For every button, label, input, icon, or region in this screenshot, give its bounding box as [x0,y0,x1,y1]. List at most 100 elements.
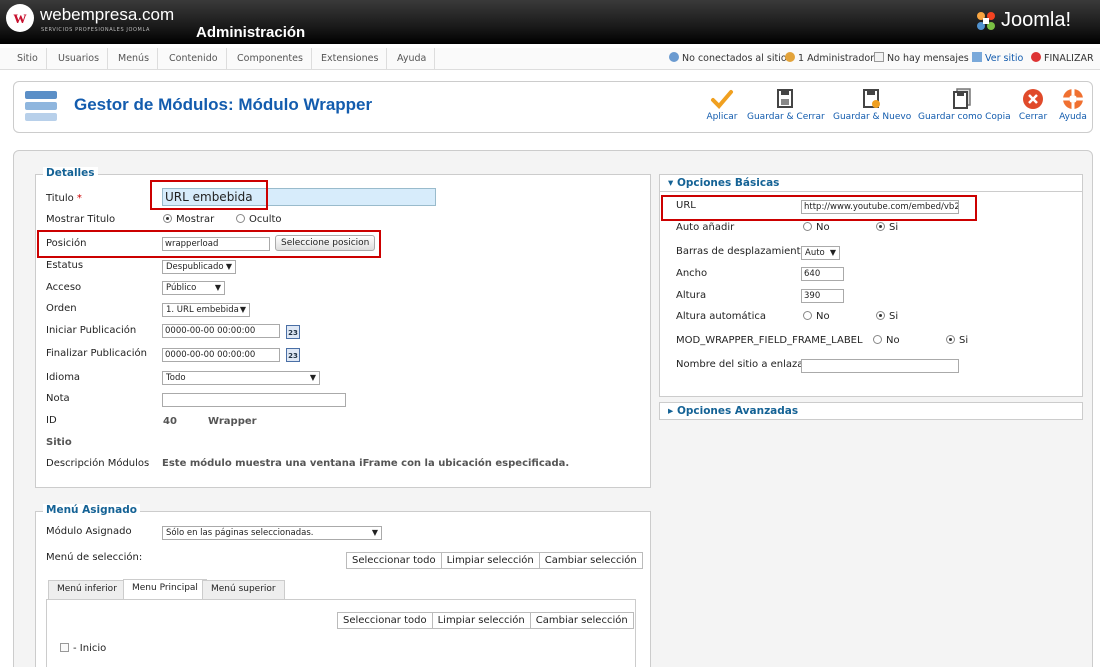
scrollbars-label: Barras de desplazamiento [676,246,807,257]
advanced-options-title: Opciones Avanzadas [676,405,799,417]
end-publish-label: Finalizar Publicación [46,348,147,359]
access-select-value: Público [166,283,197,293]
status-select[interactable]: Despublicado ▼ [162,260,236,274]
title-label: Titulo * [46,193,82,204]
apply-button[interactable]: Aplicar [704,88,740,128]
menu-sitio[interactable]: Sitio [9,48,47,70]
frame-no-radio[interactable]: No [873,335,900,346]
title-highlight-box [150,180,268,210]
expand-arrow-icon: ▸ [668,405,677,417]
status-messages-label: No hay mensajes [887,53,969,64]
save-icon [777,89,793,108]
select-position-button[interactable]: Seleccione posicion [275,235,376,251]
checkbox-icon[interactable] [60,643,69,652]
position-input[interactable]: wrapperload [162,237,270,251]
admin-title: Administración [196,24,306,41]
radio-dot [236,214,245,223]
radio-dot [876,222,885,231]
logout-link[interactable]: FINALIZAR [1031,48,1094,70]
module-assigned-label: Módulo Asignado [46,526,132,537]
status-not-connected: No conectados al sitio [669,48,787,70]
note-label: Nota [46,393,70,404]
radio-dot [803,311,812,320]
status-admins-label: 1 Administrador [798,53,875,64]
change-selection-button[interactable]: Cambiar selección [540,553,642,568]
target-name-input[interactable] [801,359,959,373]
auto-add-yes-radio[interactable]: Si [876,222,898,233]
tab-change-selection-button[interactable]: Cambiar selección [531,613,633,628]
description-label: Descripción Módulos [46,458,150,469]
url-input[interactable]: http://www.youtube.com/embed/vb2eOby [801,200,959,214]
basic-options-header[interactable]: ▾ Opciones Básicas [659,174,1083,192]
menu-extensiones[interactable]: Extensiones [313,48,388,70]
dropdown-arrow-icon: ▼ [214,283,221,292]
module-manager-icon [25,91,57,121]
help-button[interactable]: Ayuda [1056,88,1090,128]
details-legend: Detalles [43,167,98,179]
close-button[interactable]: Cerrar [1016,88,1050,128]
calendar-icon[interactable]: 23 [286,325,300,339]
menu-componentes[interactable]: Componentes [229,48,312,70]
tab-select-all-button[interactable]: Seleccionar todo [338,613,433,628]
order-select[interactable]: 1. URL embebida ▼ [162,303,250,317]
radio-dot [946,335,955,344]
access-select[interactable]: Público ▼ [162,281,225,295]
auto-add-no-radio[interactable]: No [803,222,830,233]
language-select[interactable]: Todo ▼ [162,371,320,385]
auto-height-no-radio[interactable]: No [803,311,830,322]
advanced-options-header[interactable]: ▸ Opciones Avanzadas [659,402,1083,420]
show-title-radio[interactable]: Mostrar [163,214,214,225]
tab-menu-principal[interactable]: Menu Principal [123,579,207,599]
hide-option-label: Oculto [249,214,282,225]
menu-ayuda[interactable]: Ayuda [389,48,436,70]
save-new-label: Guardar & Nuevo [833,112,912,122]
start-publish-input[interactable]: 0000-00-00 00:00:00 [162,324,280,338]
mail-icon [874,52,884,62]
tab-menu-inferior[interactable]: Menú inferior [48,580,126,599]
clear-selection-button[interactable]: Limpiar selección [442,553,540,568]
hide-title-radio[interactable]: Oculto [236,214,282,225]
width-input[interactable]: 640 [801,267,844,281]
status-label: Estatus [46,260,84,271]
module-assigned-value: Sólo en las páginas seleccionadas. [166,528,314,538]
view-site-link[interactable]: Ver sitio [972,48,1023,70]
status-messages[interactable]: No hay mensajes [874,48,969,70]
end-publish-input[interactable]: 0000-00-00 00:00:00 [162,348,280,362]
calendar-icon[interactable]: 23 [286,348,300,362]
status-select-value: Despublicado [166,262,224,272]
brand-name: webempresa.com [40,5,175,24]
menu-contenido[interactable]: Contenido [161,48,227,70]
webempresa-logo-icon[interactable]: w [6,4,34,32]
menu-item-inicio[interactable]: - Inicio [60,643,106,654]
save-copy-button[interactable]: Guardar como Copia [918,88,1011,128]
collapse-arrow-icon: ▾ [668,177,677,189]
status-not-connected-label: No conectados al sitio [682,53,787,64]
logout-label: FINALIZAR [1044,53,1094,64]
auto-height-yes-radio[interactable]: Si [876,311,898,322]
scrollbars-select-value: Auto [805,248,825,258]
scrollbars-select[interactable]: Auto ▼ [801,246,840,260]
height-input[interactable]: 390 [801,289,844,303]
tab-menu-superior[interactable]: Menú superior [202,580,285,599]
frame-yes-radio[interactable]: Si [946,335,968,346]
tab-clear-selection-button[interactable]: Limpiar selección [433,613,531,628]
save-close-button[interactable]: Guardar & Cerrar [747,88,825,128]
id-label: ID [46,415,57,426]
lifebuoy-help-icon [1063,89,1083,109]
select-all-button[interactable]: Seleccionar todo [347,553,442,568]
access-label: Acceso [46,282,82,293]
no-option-label: No [816,311,830,322]
module-assigned-select[interactable]: Sólo en las páginas seleccionadas. ▼ [162,526,382,540]
auto-add-label: Auto añadir [676,222,735,233]
note-input[interactable] [162,393,346,407]
save-copy-label: Guardar como Copia [918,112,1011,122]
dropdown-arrow-icon: ▼ [239,305,246,314]
show-option-label: Mostrar [176,214,215,225]
site-label: Sitio [46,437,72,448]
order-select-value: 1. URL embebida [166,305,239,315]
show-title-label: Mostrar Titulo [46,214,116,225]
menu-menus[interactable]: Menús [110,48,159,70]
dropdown-arrow-icon: ▼ [829,248,836,257]
menu-usuarios[interactable]: Usuarios [50,48,109,70]
save-new-button[interactable]: Guardar & Nuevo [833,88,912,128]
